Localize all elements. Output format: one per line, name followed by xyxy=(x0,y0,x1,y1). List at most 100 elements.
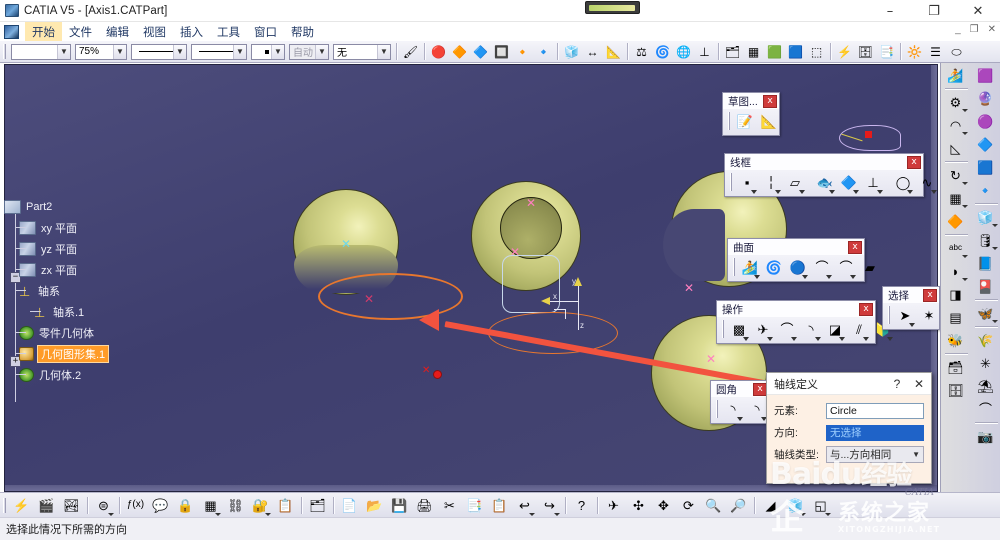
object-name-combo[interactable]: ▼ xyxy=(11,44,71,60)
operations-toolbar-title-bar[interactable]: 操作x xyxy=(717,301,875,317)
toolbar-grip[interactable] xyxy=(722,320,724,338)
surfaces-toolbar[interactable]: 曲面x🏄🌀🔵⌒⌒▰ xyxy=(727,238,865,282)
toolbar-grip[interactable] xyxy=(716,400,718,418)
relations-icon[interactable]: ⛓ xyxy=(225,495,246,516)
groove-icon[interactable]: 🔷 xyxy=(972,133,999,155)
save-icon[interactable]: 💾 xyxy=(389,495,410,516)
menu-item-0[interactable]: 开始 xyxy=(25,22,62,42)
close-icon[interactable]: x xyxy=(753,383,767,396)
solid-cube-icon[interactable]: 🟦 xyxy=(786,43,805,61)
view-mode-icon[interactable]: ◱ xyxy=(810,495,831,516)
toolbar-grip[interactable] xyxy=(3,44,6,59)
pattern-icon[interactable]: ▦ xyxy=(942,187,969,209)
fly-mode-icon[interactable]: ✈ xyxy=(603,495,624,516)
paint-brush-icon[interactable]: 🖌 xyxy=(401,43,420,61)
menu-item-5[interactable]: 工具 xyxy=(210,22,247,42)
cylinder-icon[interactable]: 🛢 xyxy=(972,229,999,251)
whats-this-icon[interactable]: ? xyxy=(571,495,592,516)
fit-all-in-icon[interactable]: 🔶 xyxy=(450,43,469,61)
edge-fillet-icon[interactable]: ◝ xyxy=(746,399,768,419)
shape-icon[interactable]: ⬭ xyxy=(947,43,966,61)
blend-icon[interactable]: ◠ xyxy=(942,114,969,136)
secure-icon[interactable]: 🔐 xyxy=(250,495,271,516)
grid-icon[interactable]: ▦ xyxy=(744,43,763,61)
open-icon[interactable]: 📂 xyxy=(364,495,385,516)
shape-fillet-icon[interactable]: ◝ xyxy=(722,399,744,419)
wireframe-toolbar-title-bar[interactable]: 线框x xyxy=(725,154,923,170)
chevron-down-icon[interactable]: ▼ xyxy=(173,45,186,59)
slot-icon[interactable]: 🔹 xyxy=(972,179,999,201)
doc-restore-button[interactable]: ❐ xyxy=(970,24,979,35)
list-icon[interactable]: ☰ xyxy=(926,43,945,61)
fill-surface-icon[interactable]: ▰ xyxy=(859,257,881,277)
select-toolbar-title-bar[interactable]: 选择x xyxy=(883,287,939,303)
close-icon[interactable]: x xyxy=(763,95,777,108)
fit-all-icon[interactable]: ✣ xyxy=(628,495,649,516)
measure-item-icon[interactable]: 📐 xyxy=(604,43,623,61)
extrude-icon[interactable]: 🏄 xyxy=(942,64,969,86)
measure-inertia-icon[interactable]: ⚖ xyxy=(632,43,651,61)
toolbar-grip[interactable] xyxy=(733,258,735,276)
shading-icon[interactable]: 🔲 xyxy=(492,43,511,61)
close-icon[interactable]: x xyxy=(859,303,873,316)
rotate-view-icon[interactable]: ⟳ xyxy=(678,495,699,516)
cut-icon[interactable]: ✂ xyxy=(439,495,460,516)
pan-icon[interactable]: ✥ xyxy=(653,495,674,516)
chevron-down-icon[interactable]: ▼ xyxy=(271,45,284,59)
direction-field[interactable]: 无选择 xyxy=(826,425,924,441)
sketcher-toolbar[interactable]: 草图...x📝📐 xyxy=(722,92,780,136)
spline-icon[interactable]: ∿ xyxy=(916,172,938,192)
toolbar-grip[interactable] xyxy=(728,112,730,130)
chevron-down-icon[interactable]: ▼ xyxy=(57,45,70,59)
select-arrow-icon[interactable]: ➤ xyxy=(894,305,916,325)
tree-node-1[interactable]: xy 平面 xyxy=(4,217,154,238)
sketcher-toolbar-title-bar[interactable]: 草图...x xyxy=(723,93,779,109)
offset-surface-icon[interactable]: ⌒ xyxy=(811,257,833,277)
catalog-icon[interactable]: 🗂 xyxy=(307,495,328,516)
axis-system-icon[interactable]: ⊥ xyxy=(695,43,714,61)
tree-expand-icon[interactable]: 🗂 xyxy=(723,43,742,61)
boolean-icon[interactable]: 🎴 xyxy=(972,275,999,297)
tree-node-5[interactable]: ⊥轴系.1 xyxy=(4,301,154,322)
cube-view-icon[interactable]: 🟩 xyxy=(765,43,784,61)
pocket-icon[interactable]: 🔮 xyxy=(972,87,999,109)
book-icon[interactable]: 📘 xyxy=(972,252,999,274)
point-style-combo[interactable]: ▼ xyxy=(251,44,285,60)
sketch-icon[interactable]: 📝 xyxy=(734,111,756,131)
rib-icon[interactable]: 🟦 xyxy=(972,156,999,178)
projection-icon[interactable]: 🐟 xyxy=(814,172,836,192)
fill-icon[interactable]: ◺ xyxy=(942,137,969,159)
product-icon[interactable]: 🗄 xyxy=(942,379,969,401)
sphere-surface-icon[interactable]: 🔵 xyxy=(787,257,809,277)
annotation-text-icon[interactable]: abc xyxy=(942,237,969,259)
extrude-surface-icon[interactable]: 🏄 xyxy=(739,257,761,277)
zoom-out-icon[interactable]: 🔎 xyxy=(728,495,749,516)
chevron-down-icon[interactable]: ▼ xyxy=(315,45,328,59)
point-icon[interactable]: ▪ xyxy=(736,172,758,192)
lock-icon[interactable]: 🔒 xyxy=(175,495,196,516)
analysis-icon[interactable]: ⚡ xyxy=(835,43,854,61)
join-icon[interactable]: ▩ xyxy=(728,319,750,339)
plane-icon[interactable]: ▱ xyxy=(784,172,806,192)
shaft-icon[interactable]: 🟣 xyxy=(972,110,999,132)
tree-node-6[interactable]: 零件几何体 xyxy=(4,322,154,343)
menu-item-6[interactable]: 窗口 xyxy=(247,22,284,42)
line-icon[interactable]: ╎ xyxy=(760,172,782,192)
print-icon[interactable]: 🖨 xyxy=(414,495,435,516)
measure-icon[interactable]: ◗ xyxy=(942,260,969,282)
paste-icon[interactable]: 📋 xyxy=(489,495,510,516)
revolve-tool-icon[interactable]: ⛱ xyxy=(972,375,999,397)
chevron-down-icon[interactable]: ▼ xyxy=(233,45,246,59)
tree-node-8[interactable]: 几何体.2 xyxy=(4,364,154,385)
specification-tree[interactable]: − + Part2xy 平面yz 平面zx 平面⊥轴系⊥轴系.1零件几何体几何图… xyxy=(4,196,154,385)
pan-shade-icon[interactable]: 🔷 xyxy=(471,43,490,61)
multi-section-icon[interactable]: ⚙ xyxy=(942,91,969,113)
close-button[interactable]: ✕ xyxy=(956,0,1000,22)
wireframe-cube-icon[interactable]: 🧊 xyxy=(562,43,581,61)
draft-icon[interactable]: ◨ xyxy=(942,283,969,305)
menu-item-4[interactable]: 插入 xyxy=(173,22,210,42)
extrapolate-icon[interactable]: ⫽ xyxy=(848,319,870,339)
sketch-constraint-icon[interactable]: ⊜ xyxy=(93,495,114,516)
surfaces-toolbar-title-bar[interactable]: 曲面x xyxy=(728,239,864,255)
stack-layers-icon[interactable]: 🗄 xyxy=(856,43,875,61)
